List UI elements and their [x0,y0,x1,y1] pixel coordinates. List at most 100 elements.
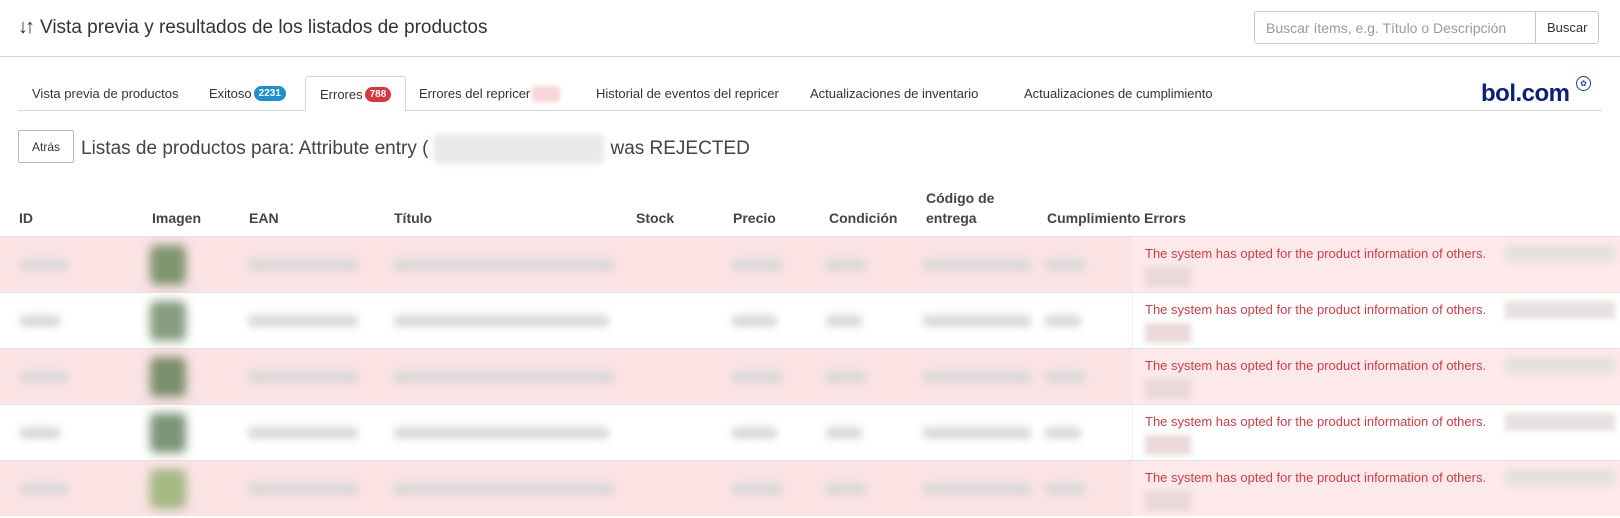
column-header[interactable]: ID [19,208,33,228]
redacted-text [1505,413,1615,431]
redacted-cell [394,483,614,495]
error-message: The system has opted for the product inf… [1145,414,1487,429]
tab-label: Actualizaciones de cumplimiento [1024,86,1213,101]
product-image [150,245,186,285]
redacted-text [1505,301,1615,319]
listing-title: Listas de productos para: Attribute entr… [81,134,750,164]
search-bar: Buscar [1254,11,1600,44]
redacted-cell [732,259,782,271]
redacted-cell [1045,371,1085,383]
sort-arrows-icon[interactable]: ↓↑ [18,16,35,39]
tab-label: Exitoso [209,86,252,101]
redacted-cell [248,371,358,383]
tab-label: Actualizaciones de inventario [810,86,979,101]
redacted-cell [248,427,358,439]
error-count-badge: 788 [364,86,392,102]
product-image [150,301,186,341]
error-cell: The system has opted for the product inf… [1132,405,1620,460]
redacted-cell [923,259,1031,271]
redacted-cell [394,371,614,383]
redacted-cell [923,483,1031,495]
product-image [150,469,186,509]
error-cell: The system has opted for the product inf… [1132,293,1620,348]
tab-repricer-errors[interactable]: Errores del repricer [405,76,574,111]
column-header[interactable]: Cumplimiento [1047,208,1140,228]
redacted-cell [20,315,60,327]
page-header: ↓↑ Vista previa y resultados de los list… [0,0,1620,57]
redacted-cell [394,315,609,327]
redacted-text [1505,357,1615,375]
redacted-cell [826,483,866,495]
tab-bar: Vista previa de productos Exitoso 2231 E… [18,76,1602,112]
redacted-cell [1045,427,1081,439]
product-image [150,357,186,397]
column-header[interactable]: Precio [733,208,776,228]
redacted-cell [1045,483,1085,495]
bol-logo: bol.com [1481,80,1570,107]
table-row[interactable]: The system has opted for the product inf… [0,292,1620,348]
redacted-text [1145,379,1191,399]
redacted-cell [732,371,782,383]
redacted-cell [923,427,1031,439]
redacted-cell [20,483,68,495]
redacted-cell [826,315,862,327]
table-row[interactable]: The system has opted for the product inf… [0,460,1620,516]
redacted-cell [826,371,866,383]
tab-label: Historial de eventos del repricer [596,86,779,101]
redacted-text [434,134,605,164]
redacted-badge [532,85,561,102]
table-row[interactable]: The system has opted for the product inf… [0,236,1620,292]
page-title: ↓↑ Vista previa y resultados de los list… [18,16,487,39]
tab-fulfillment-updates[interactable]: Actualizaciones de cumplimiento [1010,76,1227,111]
column-header[interactable]: Código de entrega [926,188,1006,228]
tab-label: Errores [320,86,363,102]
column-header[interactable]: Título [394,208,432,228]
redacted-text [1505,245,1615,263]
column-header[interactable]: Errors [1144,208,1186,228]
page-title-text: Vista previa y resultados de los listado… [40,16,488,38]
tab-inventory-updates[interactable]: Actualizaciones de inventario [796,76,992,111]
error-message: The system has opted for the product inf… [1145,246,1487,261]
redacted-cell [20,427,60,439]
listing-title-prefix: Listas de productos para: Attribute entr… [81,138,429,159]
redacted-cell [20,371,68,383]
redacted-cell [248,259,358,271]
redacted-cell [248,315,358,327]
search-button[interactable]: Buscar [1536,11,1600,44]
table-row[interactable]: The system has opted for the product inf… [0,404,1620,460]
tab-errors[interactable]: Errores 788 [305,76,407,112]
table-row[interactable]: The system has opted for the product inf… [0,348,1620,404]
column-header[interactable]: Stock [636,208,674,228]
redacted-cell [1045,259,1085,271]
bol-logo-mark-icon: ✿ [1576,76,1591,91]
error-cell: The system has opted for the product inf… [1132,461,1620,516]
error-message: The system has opted for the product inf… [1145,302,1487,317]
redacted-cell [394,427,609,439]
redacted-cell [20,259,68,271]
error-message: The system has opted for the product inf… [1145,358,1487,373]
redacted-cell [826,259,866,271]
column-header[interactable]: Condición [829,208,897,228]
table-header: ID Imagen EAN Título Stock Precio Condic… [0,180,1620,236]
redacted-cell [826,427,862,439]
tab-repricer-history[interactable]: Historial de eventos del repricer [582,76,793,111]
error-message: The system has opted for the product inf… [1145,470,1487,485]
error-cell: The system has opted for the product inf… [1132,349,1620,404]
back-button[interactable]: Atrás [18,130,74,163]
search-input[interactable] [1254,11,1536,44]
product-image [150,413,186,453]
redacted-cell [248,483,358,495]
redacted-text [1145,491,1191,511]
redacted-cell [923,371,1031,383]
redacted-cell [923,315,1031,327]
success-count-badge: 2231 [253,86,286,101]
redacted-cell [732,315,777,327]
tab-product-preview[interactable]: Vista previa de productos [18,76,192,111]
tab-successful[interactable]: Exitoso 2231 [195,76,300,111]
column-header[interactable]: EAN [249,208,279,228]
redacted-text [1505,469,1615,487]
column-header[interactable]: Imagen [152,208,201,228]
redacted-text [1145,435,1191,455]
tab-label: Errores del repricer [419,86,531,101]
tab-label: Vista previa de productos [32,86,179,101]
